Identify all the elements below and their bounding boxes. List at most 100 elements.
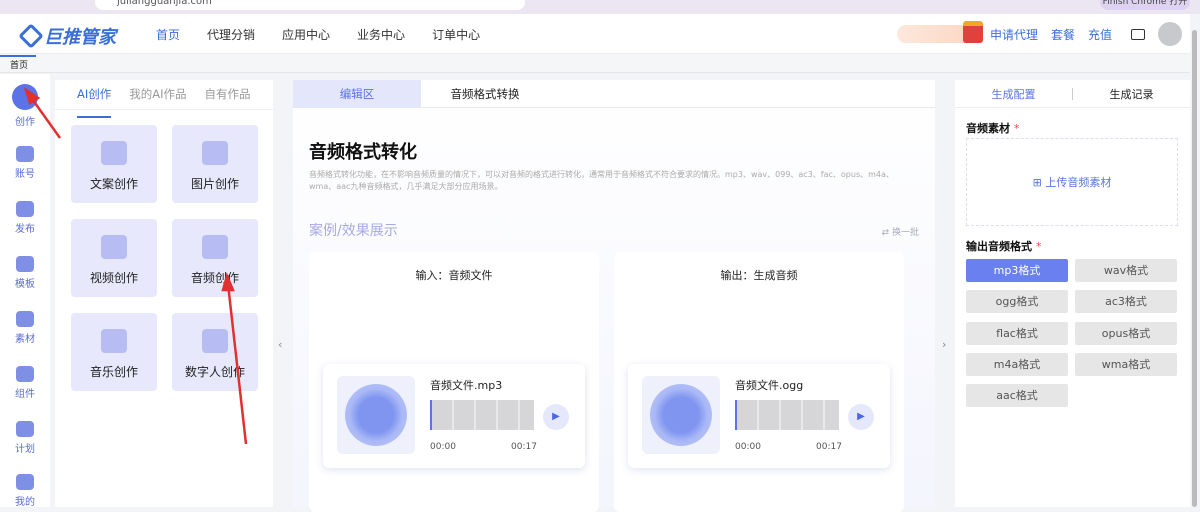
breadcrumb-home[interactable]: 首页: [10, 58, 28, 71]
config-tabs: 生成配置 生成记录: [955, 80, 1190, 108]
address-bar[interactable]: juliangguanjia.com: [95, 0, 525, 10]
card-label: 音乐创作: [89, 365, 138, 379]
label-text: 音频素材: [966, 122, 1010, 135]
package-link[interactable]: 套餐: [1051, 26, 1075, 43]
sidebar-label: 创作: [15, 117, 35, 128]
sidebar-label: 组件: [15, 389, 35, 400]
tab-config[interactable]: 生成配置: [955, 86, 1072, 102]
format-m4a[interactable]: m4a格式: [966, 353, 1068, 376]
output-example: 输出：生成音频 音频文件.ogg ▶ 00:00 00:17: [614, 252, 904, 512]
time-start: 00:00: [735, 442, 761, 452]
page-title: 音频格式转化: [309, 142, 417, 163]
editor-area: 编辑区 音频格式转换 音频格式转化 音频格式转化功能，在不影响音频质量的情况下，…: [293, 80, 935, 512]
audio-player: 音频文件.ogg ▶ 00:00 00:17: [628, 364, 890, 468]
card-digital-human[interactable]: 数字人创作: [172, 313, 258, 391]
card-audio[interactable]: 音频创作: [172, 219, 258, 297]
file-name: 音频文件.mp3: [430, 379, 503, 392]
collapse-left-icon[interactable]: ‹: [278, 338, 282, 351]
calendar-icon: [16, 421, 34, 437]
card-label: 视频创作: [89, 271, 138, 285]
apply-agent-link[interactable]: 申请代理: [990, 26, 1038, 43]
user-icon: [16, 474, 34, 490]
nav-apps[interactable]: 应用中心: [282, 26, 330, 43]
card-image[interactable]: 图片创作: [172, 125, 258, 203]
time-start: 00:00: [430, 442, 456, 452]
waveform[interactable]: [735, 400, 839, 430]
format-opus[interactable]: opus格式: [1075, 322, 1177, 345]
header-actions: 申请代理 套餐 充值: [896, 21, 1190, 46]
tab-audio-convert[interactable]: 音频格式转换: [421, 80, 549, 107]
cloud-icon: [16, 311, 34, 327]
format-ogg[interactable]: ogg格式: [966, 290, 1068, 313]
page-description: 音频格式转化功能，在不影响音频质量的情况下，可以对音频的格式进行转化，通常用于音…: [309, 170, 894, 191]
sidebar-item-publish[interactable]: 发布: [0, 201, 50, 235]
nav-business[interactable]: 业务中心: [357, 26, 405, 43]
material-label: 音频素材 *: [966, 122, 1020, 135]
creation-panel: AI创作 我的AI作品 自有作品 文案创作 图片创作 视频创作 音频创作 音乐创…: [55, 80, 273, 507]
format-mp3[interactable]: mp3格式: [966, 259, 1068, 282]
sidebar-item-plan[interactable]: 计划: [0, 421, 50, 455]
play-icon[interactable]: ▶: [848, 404, 874, 430]
browser-bar: juliangguanjia.com Finish Chrome 打开: [0, 0, 1200, 14]
collapse-right-icon[interactable]: ›: [942, 338, 946, 351]
digital-human-icon: [202, 329, 228, 353]
sidebar-item-material[interactable]: 素材: [0, 311, 50, 345]
input-label: 输入：音频文件: [415, 269, 493, 282]
tab-ai-create[interactable]: AI创作: [77, 86, 112, 118]
sidebar-label: 发布: [15, 224, 35, 235]
format-wav[interactable]: wav格式: [1075, 259, 1177, 282]
scrollbar[interactable]: [1192, 30, 1197, 507]
logo-text: 巨推管家: [44, 27, 116, 48]
recharge-link[interactable]: 充值: [1088, 26, 1112, 43]
format-label: 输出音频格式 *: [966, 240, 1042, 253]
card-music[interactable]: 音乐创作: [71, 313, 157, 391]
section-title: 案例/效果展示: [309, 223, 398, 239]
card-video[interactable]: 视频创作: [71, 219, 157, 297]
sidebar-item-component[interactable]: 组件: [0, 366, 50, 400]
play-icon[interactable]: ▶: [543, 404, 569, 430]
format-ac3[interactable]: ac3格式: [1075, 290, 1177, 313]
format-wma[interactable]: wma格式: [1075, 353, 1177, 376]
upload-audio-button[interactable]: ⊞ 上传音频素材: [966, 138, 1178, 226]
swap-label: 换一批: [891, 228, 919, 238]
creation-tabs: AI创作 我的AI作品 自有作品: [55, 80, 273, 118]
waveform[interactable]: [430, 400, 534, 430]
headphones-icon: [202, 235, 228, 259]
sidebar-item-account[interactable]: 账号: [0, 146, 50, 180]
input-example: 输入：音频文件 音频文件.mp3 ▶ 00:00 00:17: [309, 252, 599, 512]
label-text: 输出音频格式: [966, 240, 1032, 253]
nav-agent[interactable]: 代理分销: [207, 26, 255, 43]
avatar[interactable]: [1158, 22, 1182, 46]
time-end: 00:17: [511, 442, 537, 452]
tab-editor[interactable]: 编辑区: [293, 80, 421, 107]
publish-icon: [16, 201, 34, 217]
time-end: 00:17: [816, 442, 842, 452]
format-flac[interactable]: flac格式: [966, 322, 1068, 345]
tab-own-works[interactable]: 自有作品: [205, 86, 251, 109]
sidebar: 创作 账号 发布 模板 素材 组件 计划 我的: [0, 74, 50, 508]
tab-history[interactable]: 生成记录: [1073, 86, 1190, 102]
swap-button[interactable]: ⇄ 换一批: [882, 225, 919, 238]
nav-home[interactable]: 首页: [156, 26, 180, 43]
sidebar-item-create[interactable]: 创作: [0, 84, 50, 128]
profile-chip[interactable]: Finish Chrome 打开: [1100, 0, 1190, 10]
sidebar-item-template[interactable]: 模板: [0, 256, 50, 290]
sidebar-label: 模板: [15, 279, 35, 290]
create-icon: [12, 84, 38, 110]
tab-my-ai-works[interactable]: 我的AI作品: [129, 86, 186, 109]
card-copywriting[interactable]: 文案创作: [71, 125, 157, 203]
top-header: 巨推管家 首页 代理分销 应用中心 业务中心 订单中心 申请代理 套餐 充值: [0, 14, 1190, 54]
promo-banner[interactable]: [896, 21, 983, 43]
logo[interactable]: 巨推管家: [18, 23, 116, 49]
upload-icon: ⊞: [1032, 176, 1046, 189]
upload-label: 上传音频素材: [1045, 176, 1112, 189]
breadcrumb: 首页: [0, 55, 1190, 73]
main-nav: 首页 代理分销 应用中心 业务中心 订单中心: [156, 26, 480, 43]
breadcrumb-indicator: [0, 55, 36, 57]
format-aac[interactable]: aac格式: [966, 384, 1068, 407]
sidebar-item-mine[interactable]: 我的: [0, 474, 50, 508]
sidebar-label: 我的: [15, 497, 35, 508]
output-label: 输出：生成音频: [720, 269, 798, 282]
nav-orders[interactable]: 订单中心: [432, 26, 480, 43]
mail-icon[interactable]: [1131, 28, 1145, 40]
